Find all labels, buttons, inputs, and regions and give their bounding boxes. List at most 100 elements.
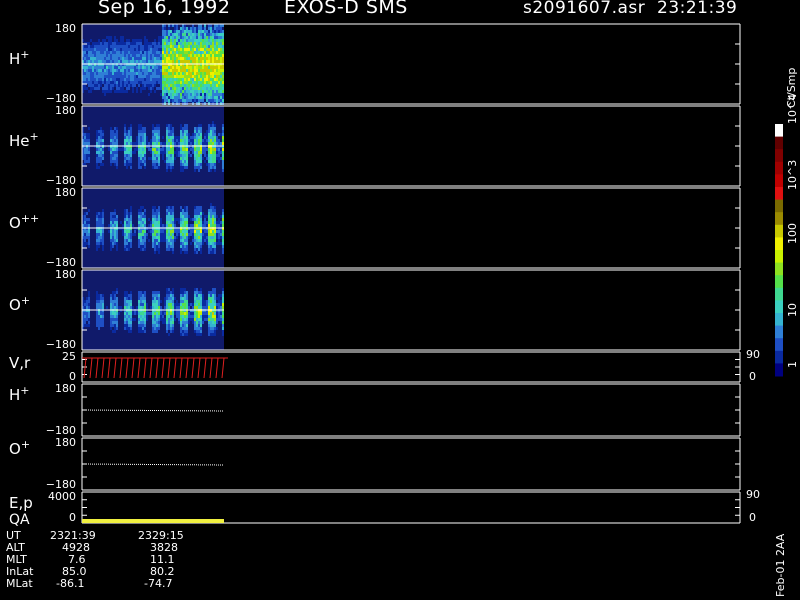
heatmap-cell xyxy=(144,303,146,306)
heatmap-cell xyxy=(172,54,174,57)
heatmap-cell xyxy=(112,236,114,239)
heatmap-cell xyxy=(198,303,200,306)
heatmap-cell xyxy=(202,78,204,81)
heatmap-cell xyxy=(208,133,210,136)
heatmap-cell xyxy=(126,78,128,81)
heatmap-cell xyxy=(188,139,190,142)
heatmap-cell xyxy=(158,212,160,215)
heatmap-cell xyxy=(156,324,158,327)
heatmap-layer xyxy=(82,24,224,350)
heatmap-cell xyxy=(184,248,186,251)
heatmap-cell xyxy=(166,327,168,330)
heatmap-cell xyxy=(194,251,196,254)
heatmap-cell xyxy=(218,236,220,239)
heatmap-cell xyxy=(186,36,188,39)
heatmap-cell xyxy=(162,136,164,139)
heatmap-cell xyxy=(196,327,198,330)
heatmap-cell xyxy=(124,163,126,166)
heatmap-cell xyxy=(188,51,190,54)
heatmap-cell xyxy=(92,87,94,90)
heatmap-cell xyxy=(100,57,102,60)
heatmap-cell xyxy=(212,48,214,51)
heatmap-cell xyxy=(102,69,104,72)
heatmap-cell xyxy=(96,224,98,227)
heatmap-cell xyxy=(170,48,172,51)
heatmap-cell xyxy=(102,163,104,166)
heatmap-cell xyxy=(184,242,186,245)
heatmap-cell xyxy=(192,27,194,30)
heatmap-cell xyxy=(198,333,200,336)
heatmap-cell xyxy=(152,209,154,212)
heatmap-cell xyxy=(196,75,198,78)
heatmap-cell xyxy=(158,81,160,84)
heatmap-cell xyxy=(84,78,86,81)
heatmap-cell xyxy=(206,233,208,236)
heatmap-cell xyxy=(142,242,144,245)
heatmap-cell xyxy=(190,81,192,84)
heatmap-cell xyxy=(86,157,88,160)
heatmap-cell xyxy=(162,148,164,151)
heatmap-cell xyxy=(158,148,160,151)
heatmap-cell xyxy=(182,72,184,75)
heatmap-cell xyxy=(114,224,116,227)
heatmap-cell xyxy=(202,212,204,215)
heatmap-cell xyxy=(146,312,148,315)
heatmap-cell xyxy=(94,54,96,57)
heatmap-cell xyxy=(144,39,146,42)
heatmap-cell xyxy=(118,306,120,309)
heatmap-cell xyxy=(184,251,186,254)
heatmap-cell xyxy=(152,157,154,160)
heatmap-cell xyxy=(160,75,162,78)
heatmap-cell xyxy=(218,318,220,321)
heatmap-cell xyxy=(202,75,204,78)
colorbar-swatch xyxy=(775,187,783,201)
heatmap-cell xyxy=(198,294,200,297)
heatmap-cell xyxy=(194,84,196,87)
heatmap-cell xyxy=(168,327,170,330)
heatmap-cell xyxy=(208,99,210,102)
heatmap-cell xyxy=(114,136,116,139)
heatmap-cell xyxy=(170,245,172,248)
heatmap-cell xyxy=(172,330,174,333)
heatmap-cell xyxy=(86,78,88,81)
heatmap-cell xyxy=(146,69,148,72)
heatmap-cell xyxy=(86,306,88,309)
heatmap-cell xyxy=(130,315,132,318)
heatmap-cell xyxy=(170,42,172,45)
heatmap-cell xyxy=(144,54,146,57)
heatmap-cell xyxy=(156,294,158,297)
heatmap-cell xyxy=(122,60,124,63)
heatmap-cell xyxy=(84,133,86,136)
heatmap-cell xyxy=(106,42,108,45)
heatmap-cell xyxy=(208,215,210,218)
heatmap-cell xyxy=(156,54,158,57)
heatmap-cell xyxy=(84,157,86,160)
heatmap-cell xyxy=(88,78,90,81)
heatmap-cell xyxy=(124,133,126,136)
heatmap-cell xyxy=(182,130,184,133)
heatmap-cell xyxy=(170,51,172,54)
heatmap-cell xyxy=(174,33,176,36)
heatmap-cell xyxy=(134,39,136,42)
heatmap-cell xyxy=(184,124,186,127)
heatmap-cell xyxy=(196,30,198,33)
heatmap-cell xyxy=(222,312,224,315)
heatmap-cell xyxy=(208,81,210,84)
heatmap-cell xyxy=(206,84,208,87)
heatmap-cell xyxy=(86,154,88,157)
heatmap-cell xyxy=(200,93,202,96)
heatmap-cell xyxy=(116,69,118,72)
heatmap-cell xyxy=(156,60,158,63)
heatmap-cell xyxy=(112,42,114,45)
heatmap-cell xyxy=(124,142,126,145)
heatmap-cell xyxy=(158,291,160,294)
heatmap-cell xyxy=(126,318,128,321)
heatmap-cell xyxy=(164,87,166,90)
heatmap-cell xyxy=(116,75,118,78)
heatmap-cell xyxy=(208,154,210,157)
heatmap-cell xyxy=(190,99,192,102)
heatmap-cell xyxy=(172,306,174,309)
heatmap-cell xyxy=(100,303,102,306)
heatmap-cell xyxy=(158,51,160,54)
heatmap-cell xyxy=(202,242,204,245)
